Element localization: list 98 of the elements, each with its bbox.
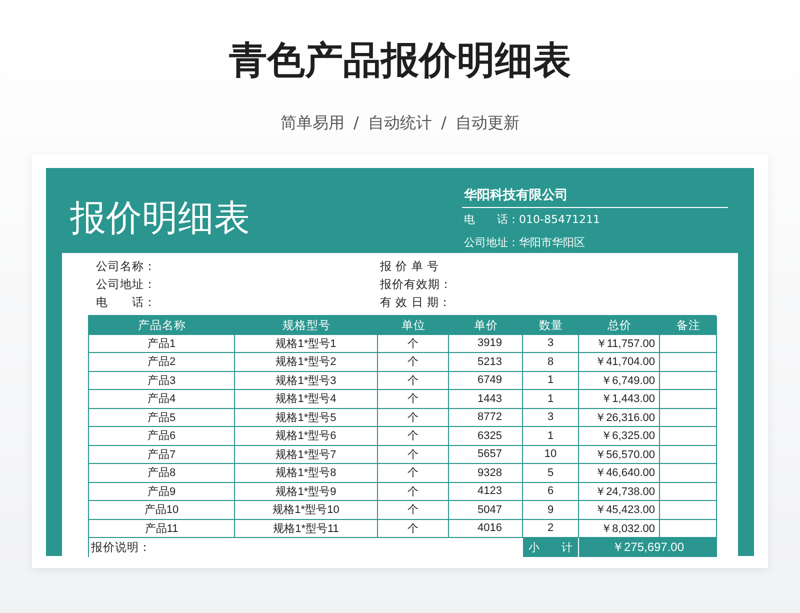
info-label: 报 价 单 号 (380, 258, 440, 275)
table-cell (660, 390, 717, 408)
table-cell: 产品9 (89, 482, 235, 501)
table-cell: 个 (378, 427, 449, 446)
column-header: 规格型号 (235, 316, 378, 334)
phone-label: 电 话： (464, 213, 519, 226)
column-header: 总价 (579, 316, 660, 334)
table-cell: 10 (523, 446, 579, 464)
info-label: 公司名称： (96, 258, 157, 275)
page-subtitle: 简单易用 / 自动统计 / 自动更新 (280, 112, 520, 134)
table-cell: ￥41,704.00 (579, 353, 660, 372)
table-cell: 3919 (449, 334, 523, 353)
table-cell: 规格1*型号1 (235, 334, 378, 353)
table-cell: ￥26,316.00 (579, 408, 660, 427)
table-cell: 产品11 (89, 520, 235, 538)
table-cell: 个 (378, 464, 449, 482)
note-label: 报价说明： (91, 540, 151, 555)
address-label: 公司地址： (464, 236, 519, 249)
company-name: 华阳科技有限公司 (462, 188, 728, 208)
table-cell: 4123 (449, 482, 523, 501)
table-cell: 3 (523, 408, 579, 427)
table-cell: 5047 (449, 501, 523, 520)
table-cell: 9 (523, 501, 579, 520)
info-label: 电 话： (96, 294, 157, 311)
table-cell: 个 (378, 353, 449, 372)
info-label: 报价有效期： (380, 276, 453, 293)
table-cell: 个 (378, 501, 449, 520)
table-cell: 个 (378, 372, 449, 390)
table-cell (660, 464, 717, 482)
table-cell: ￥1,443.00 (579, 390, 660, 408)
table-cell: ￥6,749.00 (579, 372, 660, 390)
table-cell: 6325 (449, 427, 523, 446)
table-cell: 4016 (449, 520, 523, 538)
table-cell: 1 (523, 372, 579, 390)
table-cell: 产品5 (89, 408, 235, 427)
table-cell: 1 (523, 427, 579, 446)
subtotal-value: ￥275,697.00 (579, 538, 717, 556)
table-cell: 6 (523, 482, 579, 501)
table-cell: 规格1*型号4 (235, 390, 378, 408)
table-cell: 规格1*型号9 (235, 482, 378, 501)
table-cell: 产品2 (89, 353, 235, 372)
table-cell: 个 (378, 390, 449, 408)
table-cell: 个 (378, 408, 449, 427)
column-header: 单位 (378, 316, 449, 334)
info-label: 有 效 日 期： (380, 294, 452, 311)
table-cell (660, 372, 717, 390)
table-cell (660, 482, 717, 501)
table-cell: 规格1*型号8 (235, 464, 378, 482)
column-header: 备注 (660, 316, 717, 334)
table-cell: 8772 (449, 408, 523, 427)
table-cell: 产品1 (89, 334, 235, 353)
table-cell: 产品7 (89, 446, 235, 464)
table-cell: 9328 (449, 464, 523, 482)
table-cell: 规格1*型号11 (235, 520, 378, 538)
table-cell: 5 (523, 464, 579, 482)
page-title: 青色产品报价明细表 (229, 37, 571, 84)
table-cell: ￥46,640.00 (579, 464, 660, 482)
table-cell (660, 353, 717, 372)
table-cell: 1 (523, 390, 579, 408)
table-cell: 规格1*型号2 (235, 353, 378, 372)
table-cell (660, 501, 717, 520)
phone-number: 010-85471211 (519, 213, 600, 226)
table-cell: 5657 (449, 446, 523, 464)
table-cell: 规格1*型号5 (235, 408, 378, 427)
column-header: 数量 (523, 316, 579, 334)
table-cell: 规格1*型号10 (235, 501, 378, 520)
table-cell: 3 (523, 334, 579, 353)
column-header: 单价 (449, 316, 523, 334)
table-cell: 产品3 (89, 372, 235, 390)
table-cell: 个 (378, 446, 449, 464)
table-cell: ￥45,423.00 (579, 501, 660, 520)
info-label: 公司地址： (96, 276, 157, 293)
table-cell: ￥6,325.00 (579, 427, 660, 446)
table-cell: 产品6 (89, 427, 235, 446)
table-cell: 6749 (449, 372, 523, 390)
table-cell: 规格1*型号6 (235, 427, 378, 446)
table-cell: 规格1*型号3 (235, 372, 378, 390)
sheet-title: 报价明细表 (70, 197, 250, 241)
table-cell: 个 (378, 520, 449, 538)
table-cell: ￥24,738.00 (579, 482, 660, 501)
table-cell: 产品8 (89, 464, 235, 482)
table-cell (660, 408, 717, 427)
table-cell: 8 (523, 353, 579, 372)
table-cell: 规格1*型号7 (235, 446, 378, 464)
table-cell (660, 427, 717, 446)
table-cell: 5213 (449, 353, 523, 372)
column-header: 产品名称 (89, 316, 235, 334)
table-cell: 产品4 (89, 390, 235, 408)
table-cell: ￥11,757.00 (579, 334, 660, 353)
table-cell (660, 446, 717, 464)
subtotal-label: 小 计 (523, 538, 579, 556)
table-cell: 1443 (449, 390, 523, 408)
table-cell: 产品10 (89, 501, 235, 520)
company-address: 华阳市华阳区 (519, 236, 585, 249)
table-cell: 个 (378, 334, 449, 353)
table-cell (660, 334, 717, 353)
table-cell: ￥56,570.00 (579, 446, 660, 464)
table-cell: 个 (378, 482, 449, 501)
